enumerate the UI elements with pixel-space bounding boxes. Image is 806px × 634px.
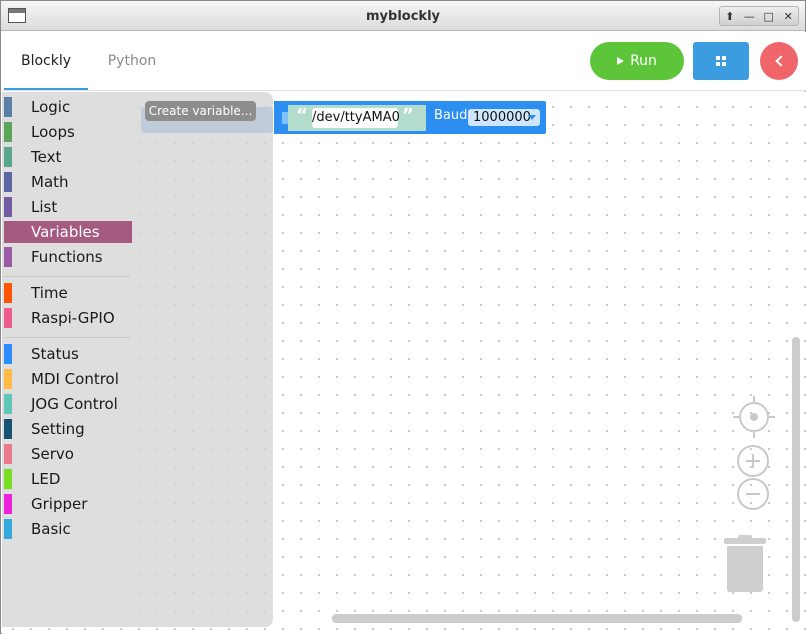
category-color-swatch — [4, 419, 12, 439]
target-icon-tick-bottom — [753, 432, 755, 438]
title-bar: myblockly ⬆ — □ ✕ — [1, 1, 805, 31]
category-color-swatch — [4, 197, 12, 217]
toolbox-category-label: List — [31, 198, 58, 216]
toolbox-category-label: Logic — [31, 98, 71, 116]
toolbox-category-label: Math — [31, 173, 69, 191]
window-maximize-button[interactable]: □ — [760, 10, 778, 23]
toolbox-category-label: Status — [31, 345, 79, 363]
toolbox-category-label: JOG Control — [31, 395, 118, 413]
grid-button[interactable] — [693, 42, 749, 80]
window-title: myblockly — [366, 9, 440, 24]
toolbox-category-jog-control[interactable]: JOG Control — [4, 393, 132, 415]
toolbox-category-label: Basic — [31, 520, 71, 538]
toolbox-category-led[interactable]: LED — [4, 468, 132, 490]
target-icon-tick-left — [733, 416, 739, 418]
tab-blockly[interactable]: Blockly — [4, 32, 88, 90]
category-color-swatch — [4, 469, 12, 489]
open-quote-icon: “ — [296, 105, 308, 126]
run-button-label: Run — [630, 53, 657, 69]
toolbox-category-raspi-gpio[interactable]: Raspi-GPIO — [4, 307, 132, 329]
toolbox-category-list[interactable]: List — [4, 196, 132, 218]
caret-down-icon — [528, 115, 536, 120]
toolbox-category-text[interactable]: Text — [4, 146, 132, 168]
run-button[interactable]: Run — [590, 42, 684, 80]
trash-icon-lid[interactable] — [724, 538, 766, 544]
grid-icon — [716, 56, 726, 66]
category-color-swatch — [4, 122, 12, 142]
tab-python[interactable]: Python — [90, 32, 174, 90]
category-color-swatch — [4, 222, 12, 242]
toolbox-category-label: Loops — [31, 123, 75, 141]
create-variable-button[interactable]: Create variable... — [145, 101, 256, 121]
baud-dropdown[interactable]: 1000000 — [468, 109, 540, 126]
toolbox-category-logic[interactable]: Logic — [4, 96, 132, 118]
port-text-field[interactable]: /dev/ttyAMA0 — [312, 108, 400, 128]
trash-icon[interactable] — [727, 546, 763, 592]
tab-bar: Blockly Python Run — [2, 32, 806, 91]
toolbox-category-label: MDI Control — [31, 370, 119, 388]
category-color-swatch — [4, 344, 12, 364]
toolbox-category-label: LED — [31, 470, 61, 488]
target-icon — [750, 413, 758, 421]
category-color-swatch — [4, 394, 12, 414]
toolbox-category-gripper[interactable]: Gripper — [4, 493, 132, 515]
toolbox-separator — [4, 276, 130, 277]
toolbox-category-label: Gripper — [31, 495, 88, 513]
toolbox-category-math[interactable]: Math — [4, 171, 132, 193]
toolbox-category-variables[interactable]: Variables — [4, 221, 132, 243]
category-color-swatch — [4, 147, 12, 167]
recenter-button[interactable] — [739, 402, 769, 432]
close-quote-icon: ” — [402, 105, 414, 126]
zoom-out-button[interactable] — [737, 478, 769, 510]
toolbox-category-setting[interactable]: Setting — [4, 418, 132, 440]
category-color-swatch — [4, 247, 12, 267]
window-close-button[interactable]: ✕ — [779, 10, 797, 23]
toolbox-category-label: Setting — [31, 420, 85, 438]
window-controls: ⬆ — □ ✕ — [719, 6, 799, 26]
toolbox-category-label: Servo — [31, 445, 74, 463]
toolbox-category-basic[interactable]: Basic — [4, 518, 132, 540]
toolbox-category-status[interactable]: Status — [4, 343, 132, 365]
horizontal-scrollbar[interactable] — [332, 614, 742, 623]
window-minimize-button[interactable]: — — [740, 10, 758, 23]
category-color-swatch — [4, 444, 12, 464]
vertical-scrollbar[interactable] — [792, 337, 800, 622]
zoom-in-button[interactable] — [737, 445, 769, 477]
string-block[interactable]: “ /dev/ttyAMA0 ” — [288, 105, 426, 131]
toolbox-category-label: Functions — [31, 248, 103, 266]
chevron-left-icon — [775, 55, 787, 67]
category-color-swatch — [4, 283, 12, 303]
target-icon-tick-right — [769, 416, 775, 418]
app-window: myblockly ⬆ — □ ✕ Blockly Python Run Log… — [0, 0, 806, 634]
category-color-swatch — [4, 369, 12, 389]
toolbox-category-label: Time — [31, 284, 68, 302]
category-color-swatch — [4, 519, 12, 539]
category-color-swatch — [4, 308, 12, 328]
plus-icon-vertical — [752, 454, 754, 468]
minus-icon — [746, 493, 760, 495]
toolbox-category-time[interactable]: Time — [4, 282, 132, 304]
target-icon-tick-top — [753, 396, 755, 402]
category-color-swatch — [4, 172, 12, 192]
category-color-swatch — [4, 97, 12, 117]
toolbox-category-label: Raspi-GPIO — [31, 309, 115, 327]
back-button[interactable] — [760, 42, 798, 80]
toolbox-category-functions[interactable]: Functions — [4, 246, 132, 268]
toolbox-category-label: Text — [31, 148, 62, 166]
variables-flyout — [132, 92, 273, 627]
baud-dropdown-value: 1000000 — [473, 110, 531, 125]
toolbox-category-label: Variables — [31, 223, 100, 241]
toolbox-category-mdi-control[interactable]: MDI Control — [4, 368, 132, 390]
category-color-swatch — [4, 494, 12, 514]
play-icon — [617, 57, 625, 65]
toolbox-category-loops[interactable]: Loops — [4, 121, 132, 143]
toolbox: Logic Loops Text Math List Variables Functions… — [2, 92, 132, 627]
toolbox-separator — [4, 337, 130, 338]
blockly-workspace[interactable]: Logic Loops Text Math List Variables Functions… — [2, 92, 806, 634]
window-shade-button[interactable]: ⬆ — [721, 10, 739, 23]
baud-label: Baud — [434, 108, 468, 123]
toolbox-category-servo[interactable]: Servo — [4, 443, 132, 465]
